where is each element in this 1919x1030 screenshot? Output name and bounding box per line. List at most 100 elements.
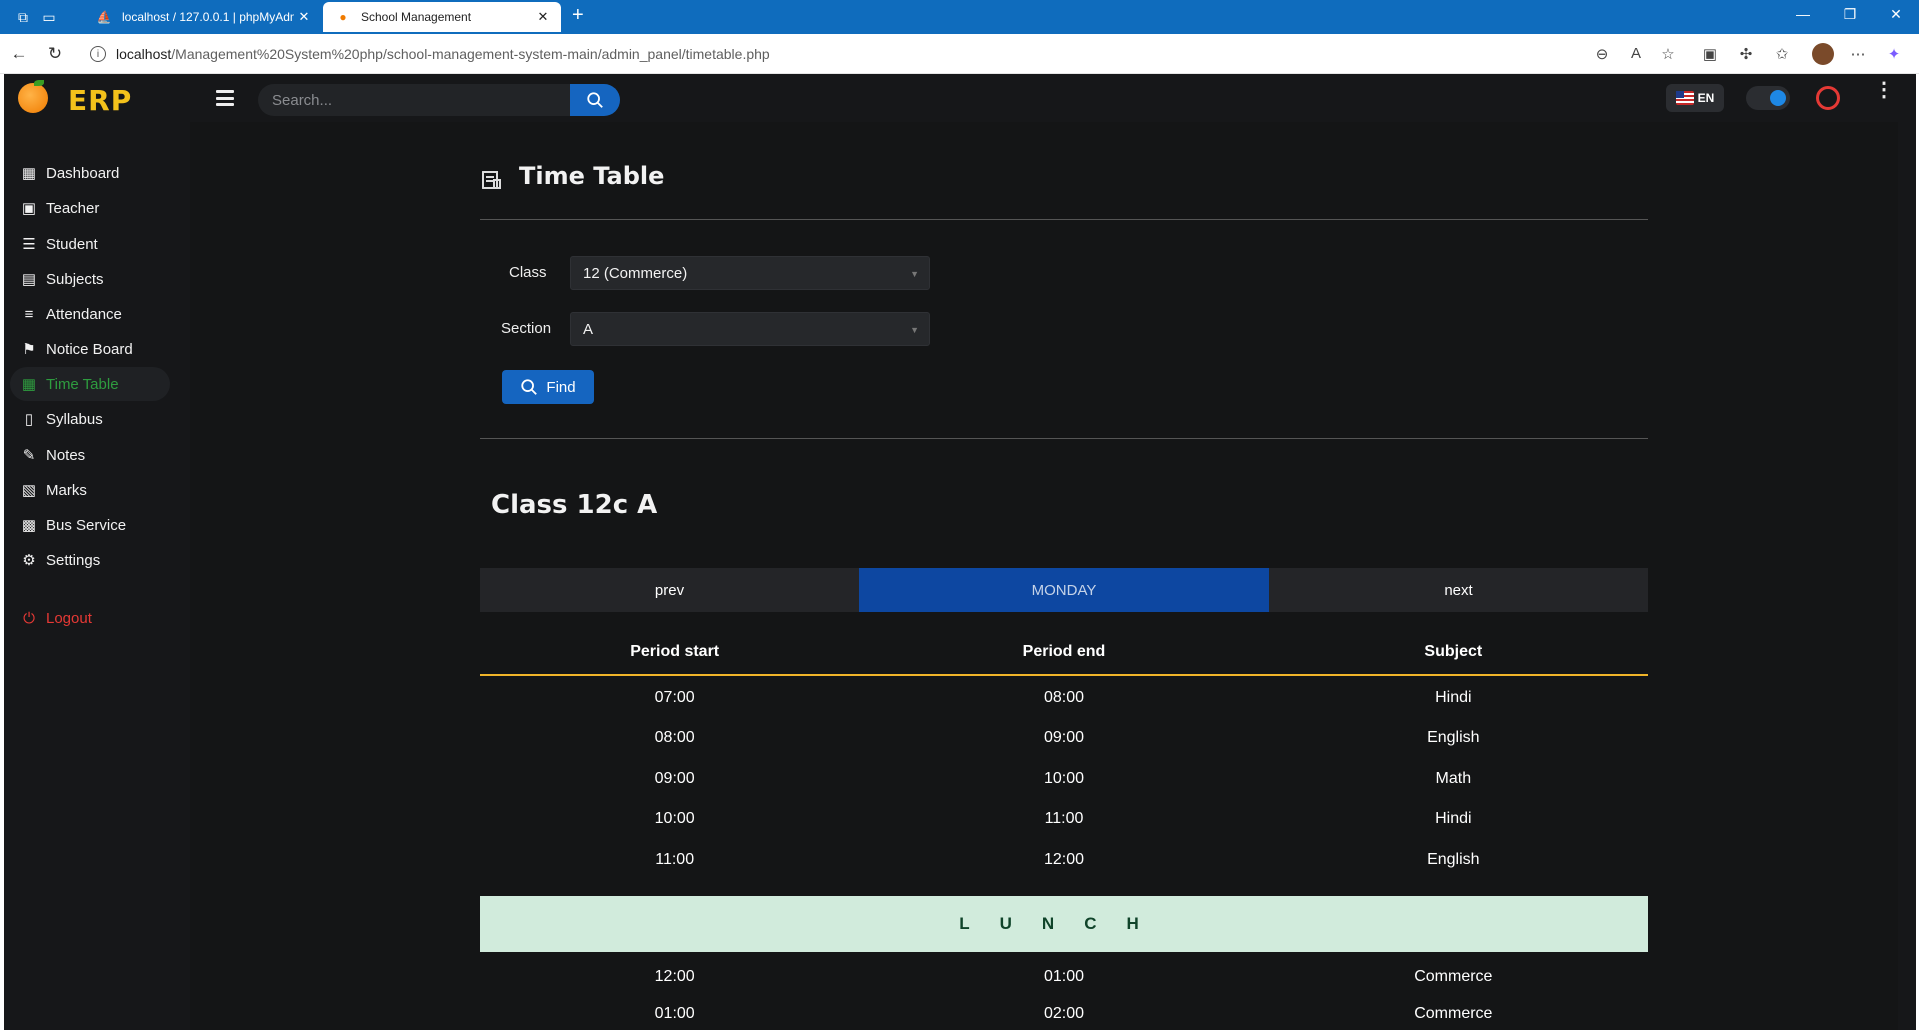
sidebar-item-label: Subjects (46, 270, 104, 288)
attendance-icon: ≡ (24, 305, 34, 323)
theme-toggle[interactable] (1746, 86, 1790, 110)
period-end-cell: 12:00 (1043, 851, 1085, 868)
dashboard-icon: ▦ (21, 165, 37, 182)
zoom-icon[interactable]: ⊖ (1592, 45, 1612, 63)
search-icon (521, 379, 538, 395)
site-info-icon[interactable]: i (90, 46, 106, 62)
close-tab-icon[interactable]: ✕ (294, 9, 314, 25)
notes-icon: ✎ (22, 447, 36, 464)
period-start-cell: 08:00 (654, 729, 695, 746)
menu-toggle-icon[interactable] (216, 90, 234, 106)
search-input[interactable] (258, 84, 570, 116)
class-heading: Class 12c A (491, 490, 658, 520)
favorites-icon[interactable]: ✩ (1772, 45, 1792, 63)
power-icon[interactable] (1816, 86, 1840, 110)
sidebar-item-notice-board[interactable]: ⚑ Notice Board (10, 332, 170, 366)
bookmark-icon: ⚑ (22, 341, 36, 358)
period-start-cell: 11:00 (655, 851, 695, 868)
subject-cell: Hindi (1435, 689, 1472, 706)
bus-icon: ▩ (21, 517, 37, 534)
next-day-button[interactable]: next (1269, 568, 1648, 612)
sidebar-item-label: Logout (46, 609, 92, 627)
browser-tabbar: ⧉ ▭ ⛵ localhost / 127.0.0.1 | phpMyAdmin… (0, 0, 1919, 34)
logout-icon: ⏻ (23, 609, 35, 627)
app-topbar: ERP EN ⋮ (4, 74, 1916, 124)
chevron-down-icon: ▼ (910, 269, 919, 279)
sidebar-item-student[interactable]: ☰ Student (10, 227, 170, 261)
back-icon[interactable]: ← (8, 44, 30, 64)
split-screen-icon[interactable]: ▣ (1700, 45, 1720, 63)
header-divider (480, 219, 1648, 220)
language-selector[interactable]: EN (1666, 84, 1724, 112)
search-button[interactable] (570, 84, 620, 116)
sidebar-item-settings[interactable]: ⚙ Settings (10, 543, 170, 577)
class-select-value: 12 (Commerce) (583, 264, 688, 282)
chevron-down-icon: ▼ (910, 325, 919, 335)
header-period-start: Period start (630, 643, 720, 660)
teacher-icon: ▣ (21, 200, 37, 217)
toggle-knob (1770, 90, 1786, 106)
sidebar-item-bus-service[interactable]: ▩ Bus Service (10, 508, 170, 542)
sidebar-item-marks[interactable]: ▧ Marks (10, 473, 170, 507)
sidebar-item-syllabus[interactable]: ▯ Syllabus (10, 402, 170, 436)
sidebar-item-label: Syllabus (46, 410, 103, 428)
prev-day-button[interactable]: prev (480, 568, 859, 612)
sidebar-item-label: Time Table (46, 375, 119, 393)
sidebar-item-label: Notes (46, 446, 86, 464)
browser-tab-school-management[interactable]: ● School Management ✕ (323, 2, 561, 32)
timetable-icon (482, 171, 501, 189)
close-window-icon[interactable]: ✕ (1873, 6, 1919, 23)
sidebar-item-dashboard[interactable]: ▦ Dashboard (10, 156, 170, 190)
header-period-end: Period end (1022, 643, 1106, 660)
period-end-cell: 11:00 (1044, 810, 1084, 827)
class-label: Class (509, 264, 547, 281)
read-aloud-icon[interactable]: A (1626, 45, 1646, 62)
find-button[interactable]: Find (502, 370, 594, 404)
sidebar-item-attendance[interactable]: ≡ Attendance (10, 297, 170, 331)
table-row: 01:00 02:00 Commerce (480, 998, 1648, 1030)
subject-cell: English (1427, 851, 1480, 868)
subject-cell: Commerce (1414, 968, 1493, 985)
section-select[interactable]: A ▼ (570, 312, 930, 346)
sidebar-item-teacher[interactable]: ▣ Teacher (10, 191, 170, 225)
orange-logo-icon (18, 83, 48, 113)
profile-avatar[interactable] (1812, 43, 1834, 65)
find-label: Find (546, 378, 576, 396)
restore-icon[interactable]: ❐ (1827, 6, 1873, 23)
period-start-cell: 12:00 (654, 968, 695, 985)
gear-icon: ⚙ (22, 552, 36, 569)
sidebar-item-notes[interactable]: ✎ Notes (10, 438, 170, 472)
browser-tab-phpmyadmin[interactable]: ⛵ localhost / 127.0.0.1 | phpMyAdmin ✕ (84, 2, 322, 32)
minimize-icon[interactable]: — (1780, 6, 1826, 22)
class-select[interactable]: 12 (Commerce) ▼ (570, 256, 930, 290)
tab-actions-icon[interactable]: ▭ (40, 8, 58, 26)
period-start-cell: 10:00 (654, 810, 695, 827)
sidebar-item-subjects[interactable]: ▤ Subjects (10, 262, 170, 296)
header-subject: Subject (1424, 643, 1483, 660)
extensions-icon[interactable]: ✣ (1736, 45, 1756, 63)
close-tab-icon[interactable]: ✕ (533, 9, 553, 25)
search-bar (258, 84, 620, 116)
period-end-cell: 02:00 (1043, 1005, 1085, 1022)
us-flag-icon (1675, 91, 1694, 105)
reload-icon[interactable]: ↻ (44, 44, 66, 64)
url-field[interactable]: i localhost/Management%20System%20php/sc… (80, 39, 1694, 69)
workspaces-icon[interactable]: ⧉ (14, 8, 32, 26)
sidebar-item-label: Bus Service (46, 516, 127, 534)
book-icon: ▤ (21, 271, 37, 288)
subject-cell: Commerce (1414, 1005, 1493, 1022)
language-label: EN (1697, 91, 1715, 105)
new-tab-button[interactable]: + (572, 4, 584, 27)
period-end-cell: 09:00 (1043, 729, 1085, 746)
copilot-icon[interactable]: ✦ (1884, 45, 1904, 63)
kebab-menu-icon[interactable]: ⋮ (1874, 80, 1894, 100)
grid-icon: ▦ (21, 376, 37, 393)
sidebar-item-label: Attendance (46, 305, 122, 323)
lunch-break-row: LUNCH (480, 896, 1648, 952)
table-row: 11:00 12:00 English (480, 840, 1648, 880)
sidebar-item-logout[interactable]: ⏻ Logout (10, 601, 170, 635)
favorite-star-icon[interactable]: ☆ (1658, 45, 1678, 63)
sidebar-item-time-table[interactable]: ▦ Time Table (10, 367, 170, 401)
tab-title: School Management (361, 10, 472, 24)
more-menu-icon[interactable]: ⋯ (1848, 45, 1868, 63)
